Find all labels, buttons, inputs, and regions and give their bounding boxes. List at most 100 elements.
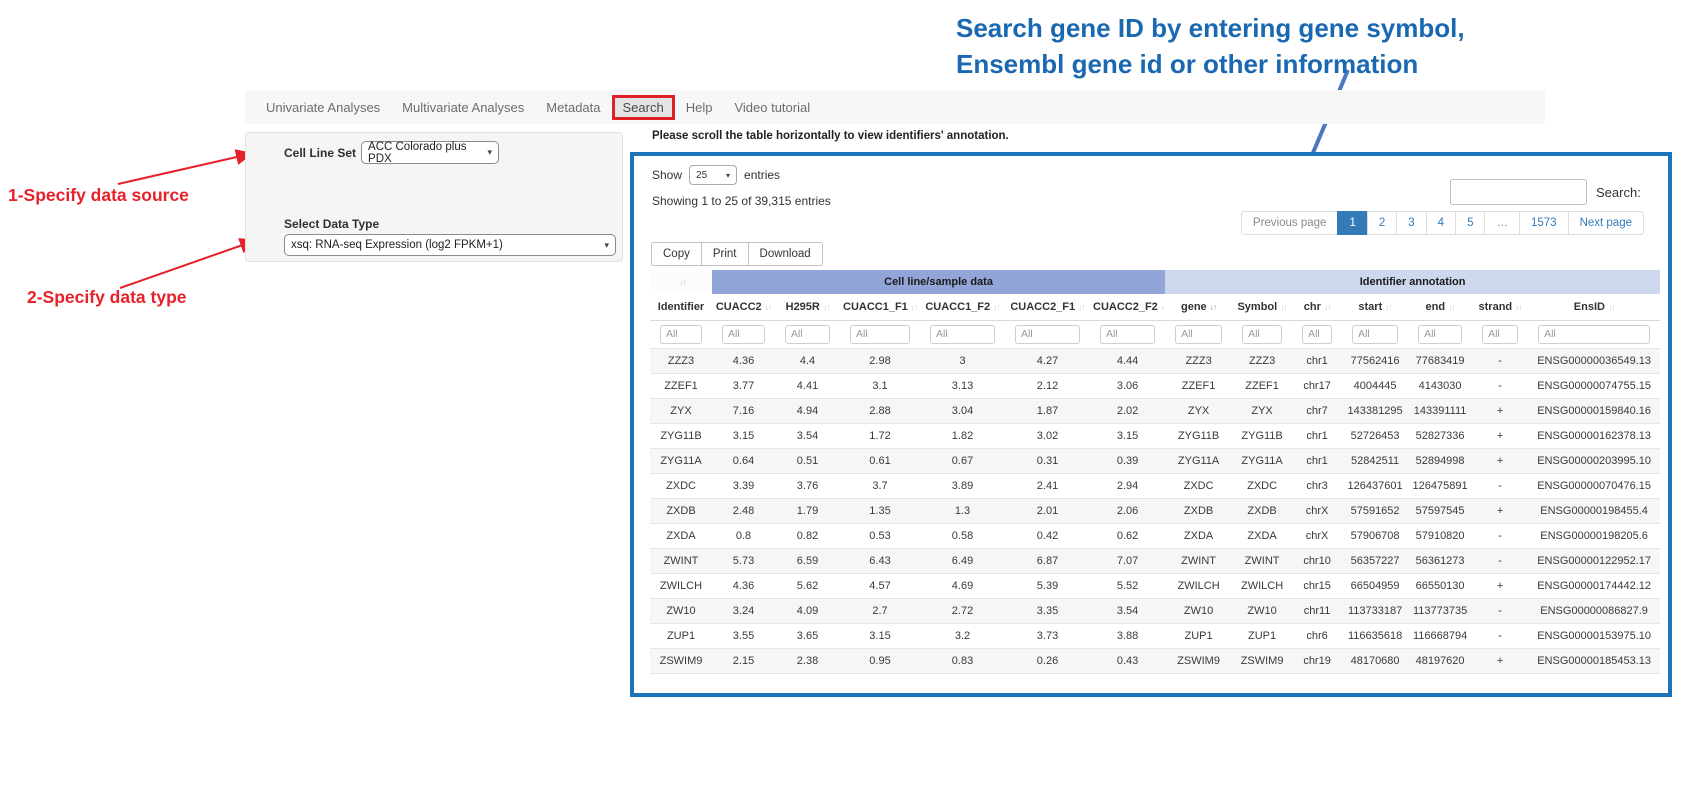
cell-cuacc1-f1: 0.61	[840, 448, 920, 473]
cell-h295r: 3.76	[775, 473, 840, 498]
search-input[interactable]	[1450, 179, 1587, 205]
cell-ensid: ENSG00000185453.13	[1528, 648, 1660, 673]
column-header-h295r[interactable]: H295R↓↑	[775, 294, 840, 320]
pagination-previous[interactable]: Previous page	[1241, 211, 1339, 235]
page-length-select[interactable]: 25 ▾	[689, 165, 737, 185]
cell-chr: chr6	[1292, 623, 1342, 648]
cell-cuacc2-f1: 2.01	[1005, 498, 1090, 523]
column-header-gene[interactable]: gene↓↑	[1165, 294, 1232, 320]
column-filter-cuacc2-f1[interactable]	[1015, 325, 1080, 344]
cell-symbol: ZXDA	[1232, 523, 1292, 548]
cell-cuacc1-f2: 4.69	[920, 573, 1005, 598]
column-filter-cuacc1-f2[interactable]	[930, 325, 995, 344]
cell-cuacc2: 7.16	[712, 398, 775, 423]
cell-gene: ZWINT	[1165, 548, 1232, 573]
pagination-page-5[interactable]: 5	[1455, 211, 1485, 235]
scroll-note: Please scroll the table horizontally to …	[652, 130, 1009, 142]
cell-end: 4143030	[1408, 373, 1472, 398]
filter-cell-cuacc2	[712, 320, 775, 348]
cell-cuacc1-f2: 0.83	[920, 648, 1005, 673]
column-header-cuacc2-f2[interactable]: CUACC2_F2↓↑	[1090, 294, 1165, 320]
filter-cell-start	[1342, 320, 1408, 348]
cell-cuacc2-f1: 0.26	[1005, 648, 1090, 673]
cell-strand: +	[1472, 448, 1528, 473]
cell-cuacc2: 2.15	[712, 648, 775, 673]
cell-ensid: ENSG00000153975.10	[1528, 623, 1660, 648]
column-filter-h295r[interactable]	[785, 325, 830, 344]
column-filter-end[interactable]	[1418, 325, 1462, 344]
column-filter-start[interactable]	[1352, 325, 1398, 344]
column-filter-cuacc1-f1[interactable]	[850, 325, 910, 344]
cell-cuacc2-f2: 3.06	[1090, 373, 1165, 398]
column-header-ensid[interactable]: EnsID↓↑	[1528, 294, 1660, 320]
copy-button[interactable]: Copy	[651, 242, 702, 266]
column-header-cuacc1-f1[interactable]: CUACC1_F1↓↑	[840, 294, 920, 320]
cell-identifier: ZXDB	[650, 498, 712, 523]
cell-symbol: ZWILCH	[1232, 573, 1292, 598]
cell-line-set-select[interactable]: ACC Colorado plus PDX ▾	[361, 141, 499, 164]
pagination-page-2[interactable]: 2	[1367, 211, 1397, 235]
nav-item-multivariate-analyses[interactable]: Multivariate Analyses	[391, 95, 535, 120]
column-header-cuacc1-f2[interactable]: CUACC1_F2↓↑	[920, 294, 1005, 320]
data-type-select[interactable]: xsq: RNA-seq Expression (log2 FPKM+1) ▾	[284, 234, 616, 256]
column-header-chr[interactable]: chr↓↑	[1292, 294, 1342, 320]
cell-ensid: ENSG00000198455.4	[1528, 498, 1660, 523]
download-button[interactable]: Download	[748, 242, 823, 266]
column-header-identifier[interactable]: Identifier	[650, 294, 712, 320]
column-filter-strand[interactable]	[1482, 325, 1518, 344]
cell-start: 66504959	[1342, 573, 1408, 598]
column-filter-ensid[interactable]	[1538, 325, 1650, 344]
column-header-cuacc2[interactable]: CUACC2↓↑	[712, 294, 775, 320]
column-header-cuacc2-f1[interactable]: CUACC2_F1↓↑	[1005, 294, 1090, 320]
filter-cell-ensid	[1528, 320, 1660, 348]
filter-cell-identifier	[650, 320, 712, 348]
column-filter-cuacc2[interactable]	[722, 325, 765, 344]
cell-symbol: ZWINT	[1232, 548, 1292, 573]
cell-strand: -	[1472, 623, 1528, 648]
cell-cuacc2-f1: 4.27	[1005, 348, 1090, 373]
cell-cuacc1-f2: 1.82	[920, 423, 1005, 448]
cell-identifier: ZYG11A	[650, 448, 712, 473]
column-filter-cuacc2-f2[interactable]	[1100, 325, 1155, 344]
pagination-next[interactable]: Next page	[1568, 211, 1644, 235]
nav-item-search[interactable]: Search	[612, 95, 675, 120]
cell-h295r: 5.62	[775, 573, 840, 598]
group-header-cell-line-sample-data: Cell line/sample data	[712, 270, 1165, 294]
cell-ensid: ENSG00000159840.16	[1528, 398, 1660, 423]
cell-h295r: 6.59	[775, 548, 840, 573]
nav-item-univariate-analyses[interactable]: Univariate Analyses	[255, 95, 391, 120]
red-arrow-1	[118, 154, 250, 184]
cell-start: 113733187	[1342, 598, 1408, 623]
nav-bar: Univariate AnalysesMultivariate Analyses…	[245, 90, 1545, 124]
column-filter-gene[interactable]	[1175, 325, 1222, 344]
chevron-down-icon: ▾	[596, 240, 609, 251]
sort-icon: ↓↑	[1448, 302, 1455, 312]
print-button[interactable]: Print	[701, 242, 749, 266]
pagination: Previous page12345…1573Next page	[1242, 211, 1644, 235]
cell-strand: +	[1472, 423, 1528, 448]
nav-item-video-tutorial[interactable]: Video tutorial	[723, 95, 821, 120]
cell-symbol: ZYG11B	[1232, 423, 1292, 448]
nav-item-help[interactable]: Help	[675, 95, 724, 120]
cell-cuacc2: 3.39	[712, 473, 775, 498]
pagination-page-1573[interactable]: 1573	[1519, 211, 1569, 235]
table-row-zup1: ZUP13.553.653.153.23.733.88ZUP1ZUP1chr61…	[650, 623, 1660, 648]
sort-icon: ↓↑	[1161, 302, 1165, 312]
column-header-end[interactable]: end↓↑	[1408, 294, 1472, 320]
column-header-start[interactable]: start↓↑	[1342, 294, 1408, 320]
column-header-strand[interactable]: strand↓↑	[1472, 294, 1528, 320]
cell-cuacc2-f1: 3.02	[1005, 423, 1090, 448]
cell-symbol: ZZEF1	[1232, 373, 1292, 398]
cell-gene: ZYG11A	[1165, 448, 1232, 473]
column-filter-chr[interactable]	[1302, 325, 1332, 344]
column-header-symbol[interactable]: Symbol↓↑	[1232, 294, 1292, 320]
cell-chr: chr1	[1292, 423, 1342, 448]
nav-item-metadata[interactable]: Metadata	[535, 95, 611, 120]
cell-ensid: ENSG00000198205.6	[1528, 523, 1660, 548]
pagination-page-1[interactable]: 1	[1337, 211, 1367, 235]
cell-cuacc1-f1: 6.43	[840, 548, 920, 573]
column-filter-symbol[interactable]	[1242, 325, 1282, 344]
column-filter-identifier[interactable]	[660, 325, 702, 344]
pagination-page-4[interactable]: 4	[1426, 211, 1456, 235]
pagination-page-3[interactable]: 3	[1396, 211, 1426, 235]
